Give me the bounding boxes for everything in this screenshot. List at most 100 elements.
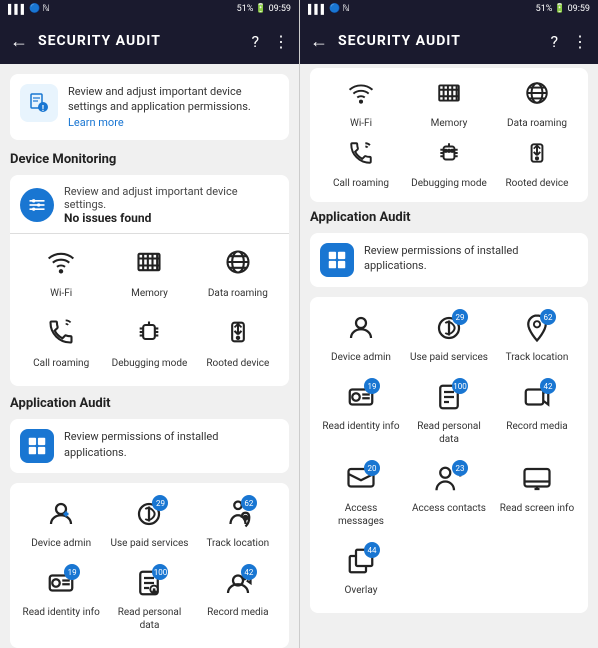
toolbar-left: ← SECURITY AUDIT ? ⋮ [0,18,299,64]
partial-top-grid: Wi-Fi Memo [320,78,578,192]
paid-services-item[interactable]: 29 Use paid services [108,493,190,556]
device-admin-item-r[interactable]: Device admin [320,307,402,370]
call-roaming-icon [47,318,75,353]
intro-icon-left: ! [20,84,58,122]
screen-info-label-r: Read screen info [500,502,574,515]
debugging-item[interactable]: Debugging mode [108,312,190,376]
memory-label-r: Memory [431,117,468,130]
track-location-wrap: 62 [223,499,253,533]
page-title-left: SECURITY AUDIT [38,33,241,49]
device-admin-label: Device admin [31,537,91,550]
status-right-icons: 51% 🔋 09:59 [237,4,291,14]
data-roaming-icon [224,248,252,283]
track-location-item-r[interactable]: 62 Track location [496,307,578,370]
app-audit-text-right: Review permissions of installed applicat… [364,243,578,274]
paid-services-wrap: 29 [134,499,164,533]
track-location-item[interactable]: 62 Track location [197,493,279,556]
help-button-left[interactable]: ? [251,32,259,51]
help-button-right[interactable]: ? [550,32,558,51]
bt-icon-r: ℕ [342,4,349,14]
bt-icon: ℕ [42,4,49,14]
call-roaming-label-r: Call roaming [333,177,389,190]
back-button-right[interactable]: ← [310,31,328,52]
rooted-icon-r [524,140,550,173]
overlay-badge-r: 44 [364,542,380,558]
app-audit-grid-left: Device admin 29 Use paid services [10,483,289,648]
wifi-item[interactable]: Wi-Fi [20,242,102,306]
battery-icon: 🔋 [255,4,266,14]
learn-more-link[interactable]: Learn more [68,116,124,129]
identity-label-r: Read identity info [322,420,399,433]
call-roaming-item-r[interactable]: Call roaming [320,138,402,192]
partial-monitoring-card: Wi-Fi Memo [310,68,588,202]
personal-data-item-r[interactable]: 100 Read personal data [408,376,490,452]
app-audit-title-right: Application Audit [310,210,588,225]
device-admin-label-r: Device admin [331,351,391,364]
content-right: Wi-Fi Memo [300,64,598,648]
contacts-badge-r: 23 [452,460,468,476]
status-right-left-icons: ▌▌▌ 🔵 ℕ [308,4,350,15]
menu-button-left[interactable]: ⋮ [273,32,289,51]
personal-data-item[interactable]: ↓ 100 Read personal data [108,562,190,638]
record-media-wrap: 42 [223,568,253,602]
wifi-icon-r: 🔵 [329,4,340,14]
identity-label: Read identity info [23,606,100,619]
app-audit-title-left: Application Audit [10,396,289,411]
memory-icon-item [135,248,163,283]
track-badge: 62 [241,495,257,511]
contacts-item-r[interactable]: 23 Access contacts [408,458,490,534]
rooted-item-r[interactable]: Rooted device [496,138,578,192]
record-media-item-r[interactable]: 42 Record media [496,376,578,452]
app-audit-icon-left [20,429,54,463]
call-roaming-label: Call roaming [33,357,89,370]
data-roaming-item[interactable]: Data roaming [197,242,279,306]
monitoring-card-left: Review and adjust important device setti… [10,175,289,386]
back-button-left[interactable]: ← [10,31,28,52]
debugging-item-r[interactable]: Debugging mode [408,138,490,192]
rooted-item[interactable]: Rooted device [197,312,279,376]
data-roaming-item-r[interactable]: Data roaming [496,78,578,132]
status-bar-left: ▌▌▌ 🔵 ℕ 51% 🔋 09:59 [0,0,299,18]
overlay-item-r[interactable]: 44 Overlay [320,540,402,603]
monitoring-status-text: Review and adjust important device setti… [64,185,279,225]
rooted-label-r: Rooted device [506,177,569,190]
identity-item[interactable]: 19 Read identity info [20,562,102,638]
monitoring-status-row: Review and adjust important device setti… [20,185,279,225]
identity-badge: 19 [64,564,80,580]
identity-item-r[interactable]: 19 Read identity info [320,376,402,452]
device-admin-item[interactable]: Device admin [20,493,102,556]
record-media-item[interactable]: 42 Record media [197,562,279,638]
menu-button-right[interactable]: ⋮ [572,32,588,51]
messages-badge-r: 20 [364,460,380,476]
app-audit-intro-left: Review permissions of installed applicat… [10,419,289,473]
track-badge-r: 62 [540,309,556,325]
data-roaming-icon-r [524,80,550,113]
call-roaming-item[interactable]: Call roaming [20,312,102,376]
status-bar-right: ▌▌▌ 🔵 ℕ 51% 🔋 09:59 [300,0,598,18]
rooted-label: Rooted device [206,357,269,370]
track-location-label-r: Track location [506,351,569,364]
rooted-icon [224,318,252,353]
identity-wrap: 19 [46,568,76,602]
debugging-icon [135,318,163,353]
paid-services-item-r[interactable]: 29 Use paid services [408,307,490,370]
content-left: ! Review and adjust important device set… [0,64,299,648]
memory-item[interactable]: Memory [108,242,190,306]
app-audit-intro-right: Review permissions of installed applicat… [310,233,588,287]
battery-icon-r: 🔋 [554,4,565,14]
debugging-label-r: Debugging mode [411,177,487,190]
intro-card-left: ! Review and adjust important device set… [10,74,289,140]
app-audit-text-left: Review permissions of installed applicat… [64,429,279,460]
wifi-item-r[interactable]: Wi-Fi [320,78,402,132]
messages-item-r[interactable]: 20 Access messages [320,458,402,534]
status-left-icons: ▌▌▌ 🔵 ℕ [8,4,50,15]
memory-icon-r [436,80,462,113]
identity-badge-r: 19 [364,378,380,394]
memory-item-r[interactable]: Memory [408,78,490,132]
personal-badge-r: 100 [452,378,468,394]
page-title-right: SECURITY AUDIT [338,33,540,49]
screen-info-item-r[interactable]: Read screen info [496,458,578,534]
wifi-label: Wi-Fi [50,287,72,300]
memory-label: Memory [131,287,168,300]
device-monitoring-grid: Wi-Fi Memo [20,242,279,376]
